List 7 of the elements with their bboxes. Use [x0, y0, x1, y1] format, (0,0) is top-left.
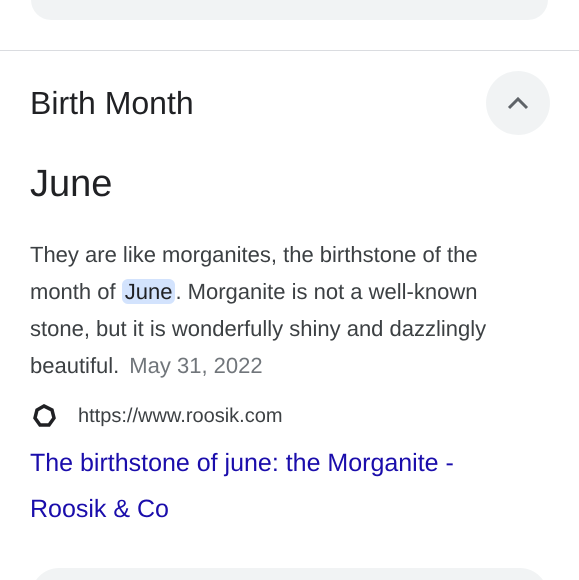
snippet-text: They are like morganites, the birthstone of the month of June. Morganite is not a well-known stone, but it is wonderfully shiny and dazzlingly beautiful. May 31, 2022 [30, 241, 488, 380]
answer-text: June [30, 163, 114, 206]
section-title: Birth Month [30, 84, 194, 122]
result-link[interactable]: The birthstone of june: the Morganite - Roosik & Co [30, 440, 520, 532]
site-favicon-icon [32, 404, 56, 428]
source-url: https://www.roosik.com [78, 404, 283, 428]
chevron-icon [507, 96, 529, 110]
